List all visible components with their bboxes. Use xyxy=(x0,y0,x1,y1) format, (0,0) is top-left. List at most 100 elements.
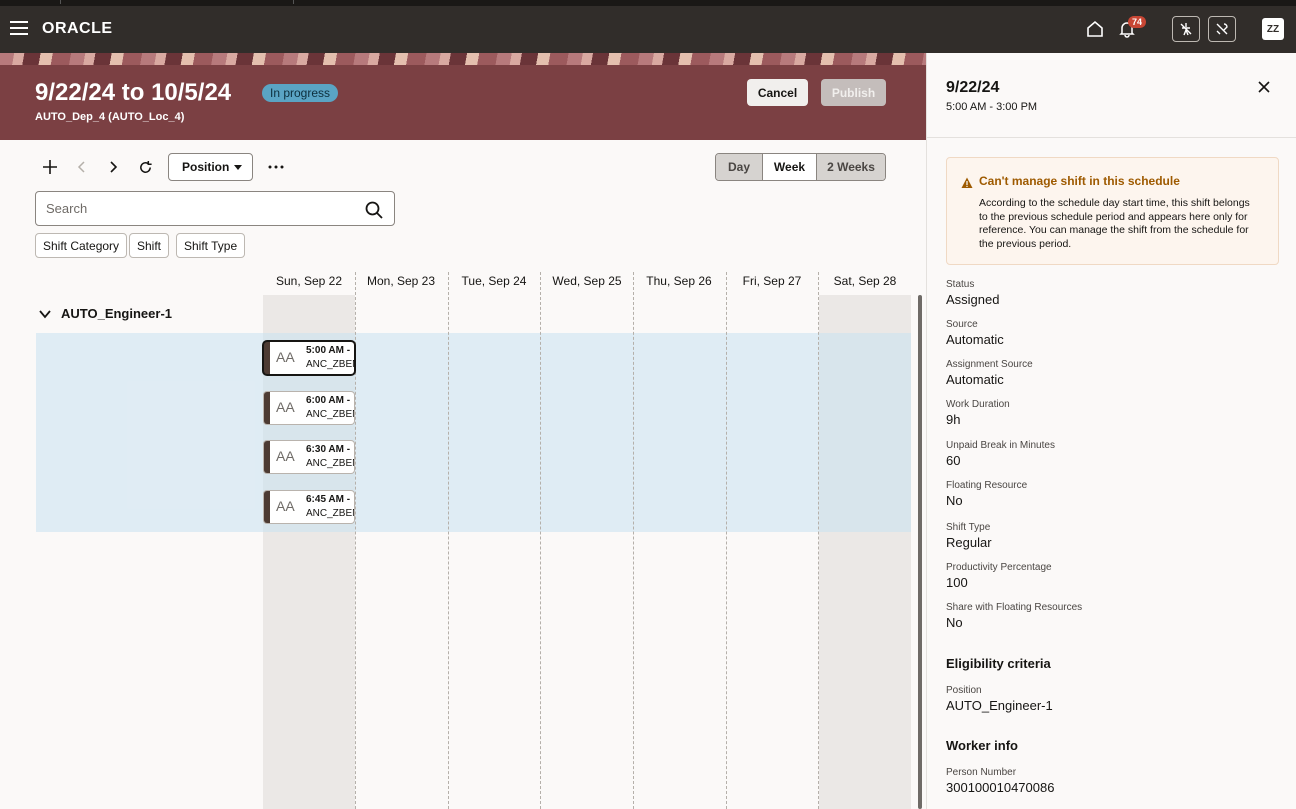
shift-card[interactable]: AA 5:00 AM - ANC_ZBEN xyxy=(264,342,354,374)
filter-shift-category[interactable]: Shift Category xyxy=(35,233,128,258)
accessibility-icon[interactable] xyxy=(1172,16,1200,42)
field-value: Regular xyxy=(946,535,992,550)
day-divider xyxy=(726,272,727,809)
panel-time-range: 5:00 AM - 3:00 PM xyxy=(946,101,1038,113)
field-value: Assigned xyxy=(946,292,1000,307)
close-icon[interactable] xyxy=(1256,79,1272,95)
warning-title: Can't manage shift in this schedule xyxy=(979,174,1180,188)
add-icon[interactable] xyxy=(38,156,62,178)
tools-icon[interactable] xyxy=(1208,16,1236,42)
day-header-tue: Tue, Sep 24 xyxy=(461,274,527,288)
position-dropdown-label: Position xyxy=(182,160,230,174)
group-row-band xyxy=(36,333,911,532)
home-icon[interactable] xyxy=(1084,18,1106,40)
view-week-button[interactable]: Week xyxy=(763,154,817,180)
shift-initials: AA xyxy=(276,349,295,365)
day-divider xyxy=(355,272,356,809)
field-label: Productivity Percentage xyxy=(946,562,1052,573)
day-divider xyxy=(448,272,449,809)
field-floating-resource: Floating Resource No xyxy=(946,480,1027,508)
shift-card[interactable]: AA 6:00 AM - ANC_ZBEN xyxy=(264,392,354,424)
field-value: No xyxy=(946,493,963,508)
field-label: Unpaid Break in Minutes xyxy=(946,440,1055,451)
view-toggle: Day Week 2 Weeks xyxy=(715,153,886,181)
field-unpaid-break: Unpaid Break in Minutes 60 xyxy=(946,440,1055,468)
field-value: 9h xyxy=(946,412,961,427)
field-position: Position AUTO_Engineer-1 xyxy=(946,685,1053,713)
chevron-left-icon[interactable] xyxy=(70,156,94,178)
field-value: AUTO_Engineer-1 xyxy=(946,698,1053,713)
panel-divider xyxy=(927,137,1296,138)
shift-initials: AA xyxy=(276,399,295,415)
user-avatar[interactable]: ZZ xyxy=(1262,18,1284,40)
search-icon[interactable] xyxy=(364,200,384,220)
field-label: Position xyxy=(946,685,982,696)
field-value: Automatic xyxy=(946,372,1004,387)
cancel-button[interactable]: Cancel xyxy=(747,79,808,106)
field-label: Shift Type xyxy=(946,522,991,533)
field-source: Source Automatic xyxy=(946,319,1004,347)
shift-code: ANC_ZBEN xyxy=(306,508,354,519)
day-header-mon: Mon, Sep 23 xyxy=(366,274,436,288)
notification-badge: 74 xyxy=(1128,16,1147,28)
eligibility-heading: Eligibility criteria xyxy=(946,656,1051,671)
field-label: Source xyxy=(946,319,978,330)
warning-icon xyxy=(961,176,973,188)
view-day-button[interactable]: Day xyxy=(716,154,763,180)
field-label: Work Duration xyxy=(946,399,1010,410)
day-divider xyxy=(540,272,541,809)
department-location: AUTO_Dep_4 (AUTO_Loc_4) xyxy=(35,111,185,123)
filter-shift[interactable]: Shift xyxy=(129,233,170,258)
field-label: Assignment Source xyxy=(946,359,1033,370)
group-header[interactable]: AUTO_Engineer-1 xyxy=(38,306,172,321)
field-value: No xyxy=(946,615,963,630)
shift-time: 5:00 AM - xyxy=(306,345,351,356)
field-value: 300100010470086 xyxy=(946,780,1055,795)
field-label: Person Number xyxy=(946,767,1017,778)
view-2weeks-button[interactable]: 2 Weeks xyxy=(817,154,885,180)
field-label: Status xyxy=(946,279,975,290)
schedule-period-title: 9/22/24 to 10/5/24 xyxy=(35,79,232,106)
warning-body: According to the schedule day start time… xyxy=(979,197,1250,250)
shift-initials: AA xyxy=(276,498,295,514)
day-header-thu: Thu, Sep 26 xyxy=(646,274,712,288)
publish-button[interactable]: Publish xyxy=(821,79,886,106)
day-header-sun: Sun, Sep 22 xyxy=(275,274,343,288)
shift-initials: AA xyxy=(276,448,295,464)
field-value: Automatic xyxy=(946,332,1004,347)
chevron-down-icon[interactable] xyxy=(38,307,52,321)
menu-icon[interactable] xyxy=(10,21,28,35)
field-shift-type: Shift Type Regular xyxy=(946,522,992,550)
field-status: Status Assigned xyxy=(946,279,999,307)
more-options-icon[interactable] xyxy=(264,156,288,178)
caret-down-icon xyxy=(234,165,242,170)
field-label: Share with Floating Resources xyxy=(946,602,1083,613)
day-header-fri: Fri, Sep 27 xyxy=(742,274,802,288)
shift-card[interactable]: AA 6:45 AM - ANC_ZBEN xyxy=(264,491,354,523)
calendar-scrollbar[interactable] xyxy=(918,295,922,809)
refresh-icon[interactable] xyxy=(133,156,157,178)
shift-detail-panel: 9/22/24 5:00 AM - 3:00 PM Can't manage s… xyxy=(926,53,1296,809)
header-pattern xyxy=(0,53,926,65)
chevron-right-icon[interactable] xyxy=(101,156,125,178)
search-input[interactable] xyxy=(46,201,346,216)
field-assignment-source: Assignment Source Automatic xyxy=(946,359,1033,387)
field-share-floating: Share with Floating Resources No xyxy=(946,602,1082,630)
shift-time: 6:00 AM - xyxy=(306,395,351,406)
shift-card[interactable]: AA 6:30 AM - ANC_ZBEN xyxy=(264,441,354,473)
day-header-sat: Sat, Sep 28 xyxy=(833,274,897,288)
day-header-wed: Wed, Sep 25 xyxy=(552,274,622,288)
global-header: ORACLE 74 ZZ xyxy=(0,6,1296,53)
position-dropdown[interactable]: Position xyxy=(168,153,253,181)
filter-shift-type[interactable]: Shift Type xyxy=(176,233,246,258)
shift-time: 6:30 AM - xyxy=(306,444,351,455)
strip-tick xyxy=(293,0,294,4)
shift-code: ANC_ZBEN xyxy=(306,458,354,469)
field-value: 100 xyxy=(946,575,968,590)
strip-tick xyxy=(60,0,61,4)
warning-message: Can't manage shift in this schedule Acco… xyxy=(946,157,1279,265)
worker-info-heading: Worker info xyxy=(946,738,1018,753)
field-value: 60 xyxy=(946,453,961,468)
group-name: AUTO_Engineer-1 xyxy=(61,306,173,321)
shift-time: 6:45 AM - xyxy=(306,494,351,505)
